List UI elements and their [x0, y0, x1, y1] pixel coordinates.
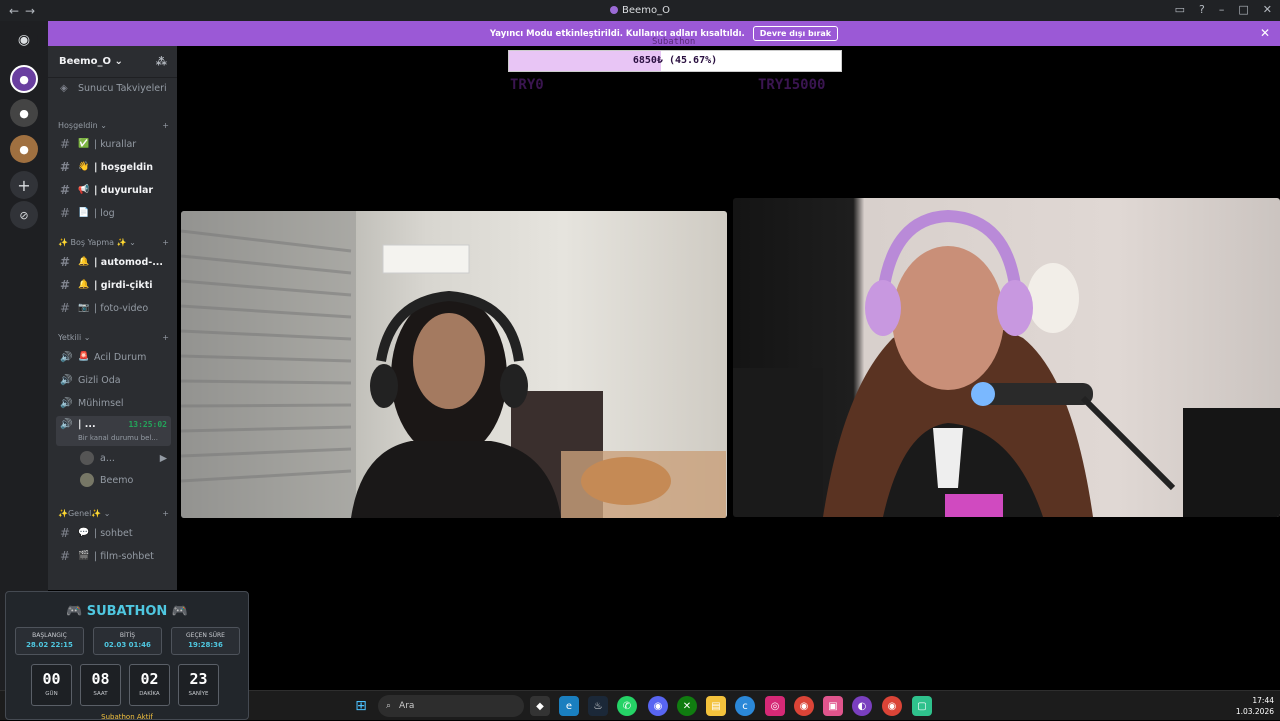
copilot-icon[interactable]: c — [735, 696, 755, 716]
category-genel[interactable]: ✨Genel✨ ⌄ + — [58, 509, 169, 518]
progress-min: TRY0 — [510, 77, 544, 93]
server-header[interactable]: Beemo_O ⌄ ⁂ — [48, 46, 177, 78]
progress-max: TRY15000 — [758, 77, 826, 93]
close-banner-icon[interactable]: ✕ — [1260, 26, 1270, 40]
forward-arrow-icon[interactable]: → — [22, 4, 38, 18]
photos-icon[interactable]: ▣ — [823, 696, 843, 716]
subathon-title: Subathon — [652, 37, 696, 47]
channel-film-sohbet[interactable]: # 🎬 | film-sohbet — [56, 546, 171, 566]
category-bos-yapma[interactable]: ✨ Boş Yapma ✨ ⌄ + — [58, 238, 169, 247]
minimize-button[interactable]: – — [1219, 3, 1225, 16]
progress-text: 6850₺ (45.67%) — [632, 55, 718, 66]
voice-user-1[interactable]: a... ▶ — [76, 448, 171, 468]
invite-icon[interactable]: ⁂ — [156, 55, 167, 68]
instagram-icon[interactable]: ◎ — [765, 696, 785, 716]
subathon-widget: 🎮 SUBATHON 🎮 BAŞLANGIÇ 28.02 22:15 BİTİŞ 0… — [5, 591, 249, 721]
server-list: ◉ ● ● ● + ⊘ — [0, 21, 48, 690]
title-bar: ← → Beemo_O ▭ ? – □ ✕ — [0, 0, 1280, 21]
system-tray[interactable]: 17:44 1.03.2026 — [1236, 695, 1274, 717]
voice-user-2[interactable]: Beemo — [76, 470, 171, 490]
close-button[interactable]: ✕ — [1263, 3, 1272, 16]
channel-foto-video[interactable]: # 📷 | foto-video — [56, 298, 171, 318]
back-arrow-icon[interactable]: ← — [6, 4, 22, 18]
channel-automod[interactable]: # 🔔 | automod-... — [56, 252, 171, 272]
elapsed-box: GEÇEN SÜRE 19:28:36 — [171, 627, 240, 655]
twitch-studio-icon[interactable]: ▢ — [912, 696, 932, 716]
voice-active-channel[interactable]: 🔊 | ... 13:25:02 Bir kanal durumu bel... — [56, 416, 171, 446]
hours-box: 08 SAAT — [80, 664, 121, 706]
taskbar-search[interactable]: ⌕ Ara — [378, 695, 524, 717]
inbox-icon[interactable]: ▭ — [1175, 3, 1185, 16]
channel-sidebar: Beemo_O ⌄ ⁂ ◈ Sunucu Takviyeleri Hoşgeldin… — [48, 46, 177, 590]
webcam-feed-left — [181, 211, 727, 518]
webcam-scene-left — [181, 211, 726, 518]
chrome-icon[interactable]: ◉ — [794, 696, 814, 716]
start-icon[interactable]: ⊞ — [351, 696, 371, 716]
banner-text: Yayıncı Modu etkinleştirildi. Kullanıcı … — [489, 28, 745, 39]
category-yetkili[interactable]: Yetkili ⌄ + — [58, 333, 169, 342]
server-icon-3[interactable]: ● — [10, 135, 38, 163]
discord-home-icon[interactable]: ◉ — [10, 26, 38, 54]
donation-progress-bar: 6850₺ (45.67%) — [508, 50, 842, 72]
channel-girdi-cikti[interactable]: # 🔔 | girdi-çikti — [56, 275, 171, 295]
voice-gizli-oda[interactable]: 🔊 Gizli Oda — [56, 370, 171, 390]
channel-sohbet[interactable]: # 💬 | sohbet — [56, 523, 171, 543]
subathon-title-text: 🎮 SUBATHON 🎮 — [66, 604, 188, 619]
chrome-icon-2[interactable]: ◉ — [882, 696, 902, 716]
channel-log[interactable]: # 📄 | log — [56, 203, 171, 223]
edge-icon[interactable]: e — [559, 696, 579, 716]
server-icon-beemo[interactable]: ● — [10, 65, 38, 93]
category-welcome[interactable]: Hoşgeldin ⌄ + — [58, 121, 169, 130]
seconds-box: 23 SANİYE — [178, 664, 219, 706]
app-icon[interactable]: ◐ — [852, 696, 872, 716]
channel-hosgeldin[interactable]: # 👋 | hoşgeldin — [56, 157, 171, 177]
help-icon[interactable]: ? — [1199, 3, 1205, 16]
voice-acil-durum[interactable]: 🔊 🚨 Acil Durum — [56, 347, 171, 367]
whatsapp-icon[interactable]: ✆ — [617, 696, 637, 716]
server-icon-2[interactable]: ● — [10, 99, 38, 127]
voice-status: Bir kanal durumu bel... — [78, 434, 159, 442]
voice-timer: 13:25:02 — [128, 420, 167, 429]
steam-icon[interactable]: ♨ — [588, 696, 608, 716]
maximize-button[interactable]: □ — [1238, 3, 1248, 16]
minutes-box: 02 DAKİKA — [129, 664, 170, 706]
disable-streamer-mode-button[interactable]: Devre dışı bırak — [752, 26, 839, 41]
window-title: Beemo_O — [0, 5, 1280, 16]
gamepad-icon: 🎮 — [66, 604, 83, 619]
explore-icon[interactable]: ⊘ — [10, 201, 38, 229]
server-boosts[interactable]: ◈ Sunucu Takviyeleri — [56, 78, 171, 98]
voice-muhimsel[interactable]: 🔊 Mühimsel — [56, 393, 171, 413]
search-icon: ⌕ — [386, 701, 392, 711]
webcam-feed-right — [733, 198, 1280, 517]
webcam-scene-right — [733, 209, 1280, 517]
xbox-icon[interactable]: ✕ — [677, 696, 697, 716]
end-box: BİTİŞ 02.03 01:46 — [93, 627, 162, 655]
discord-icon[interactable]: ◉ — [648, 696, 668, 716]
gamepad-icon: 🎮 — [171, 604, 188, 619]
add-server-icon[interactable]: + — [10, 171, 38, 199]
days-box: 00 GÜN — [31, 664, 72, 706]
widgets-icon[interactable]: ◆ — [530, 696, 550, 716]
channel-duyurular[interactable]: # 📢 | duyurular — [56, 180, 171, 200]
start-box: BAŞLANGIÇ 28.02 22:15 — [15, 627, 84, 655]
channel-kurallar[interactable]: # ✅ | kurallar — [56, 134, 171, 154]
file-explorer-icon[interactable]: ▤ — [706, 696, 726, 716]
